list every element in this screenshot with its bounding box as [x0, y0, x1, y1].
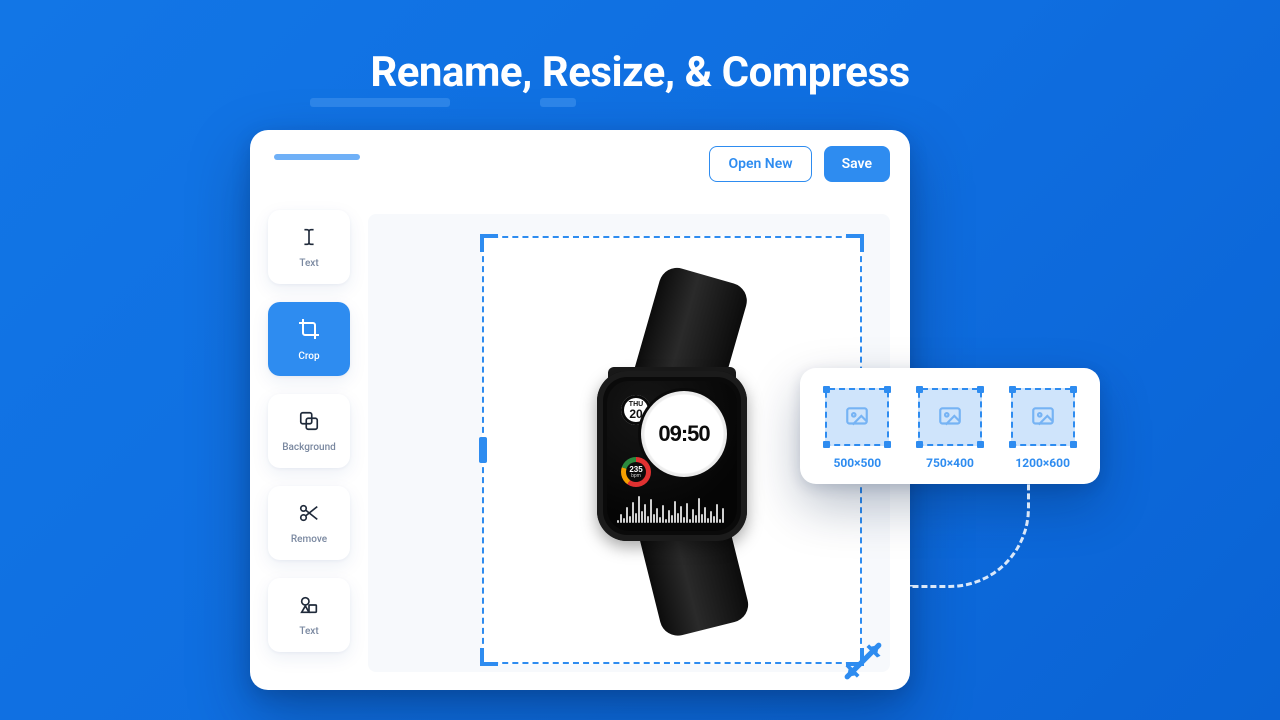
decorative-connector — [910, 478, 1030, 588]
tool-crop[interactable]: Crop — [268, 302, 350, 376]
scissors-icon — [298, 502, 320, 528]
tool-sidebar: Text Crop Background — [268, 210, 350, 652]
tool-label: Text — [299, 626, 318, 637]
tool-label: Remove — [291, 534, 327, 545]
tool-label: Crop — [298, 351, 319, 362]
tool-text[interactable]: Text — [268, 210, 350, 284]
preset-size-label: 750×400 — [926, 456, 974, 470]
watch-clock-face: 09:50 — [641, 391, 727, 477]
watch-day-number: 20 — [629, 408, 642, 420]
text-cursor-icon — [298, 226, 320, 252]
crop-icon — [297, 317, 321, 345]
tool-label: Background — [282, 442, 336, 453]
tool-background[interactable]: Background — [268, 394, 350, 468]
watch-activity-graph — [617, 493, 727, 523]
stage: Rename, Resize, & Compress Open New Save… — [0, 0, 1280, 720]
save-button[interactable]: Save — [824, 146, 890, 182]
preset-size-label: 500×500 — [833, 456, 881, 470]
hero-underline — [310, 98, 450, 107]
tool-label: Text — [299, 258, 318, 269]
image-icon — [1027, 404, 1059, 430]
image-icon — [934, 404, 966, 430]
watch-hr-unit: bpm — [629, 474, 642, 479]
preset-size-label: 1200×600 — [1015, 456, 1070, 470]
tool-remove[interactable]: Remove — [268, 486, 350, 560]
preset-thumb — [1011, 388, 1075, 446]
size-preset-option[interactable]: 500×500 — [820, 388, 895, 470]
hero-underline — [540, 98, 576, 107]
tool-shapes[interactable]: Text — [268, 578, 350, 652]
size-preset-option[interactable]: 750×400 — [913, 388, 988, 470]
brand-placeholder — [274, 154, 360, 160]
shapes-icon — [298, 594, 320, 620]
layers-icon — [298, 410, 320, 436]
open-new-button[interactable]: Open New — [709, 146, 811, 182]
image-icon — [841, 404, 873, 430]
size-preset-popover: 500×500 750×400 — [800, 368, 1100, 484]
size-preset-option[interactable]: 1200×600 — [1005, 388, 1080, 470]
preset-thumb — [918, 388, 982, 446]
watch-time: 09:50 — [658, 421, 709, 447]
top-actions: Open New Save — [709, 146, 890, 182]
preset-thumb — [825, 388, 889, 446]
topbar: Open New Save — [250, 130, 910, 194]
watch-hr-ring: 235 bpm — [621, 457, 651, 487]
hero-title: Rename, Resize, & Compress — [0, 48, 1280, 97]
